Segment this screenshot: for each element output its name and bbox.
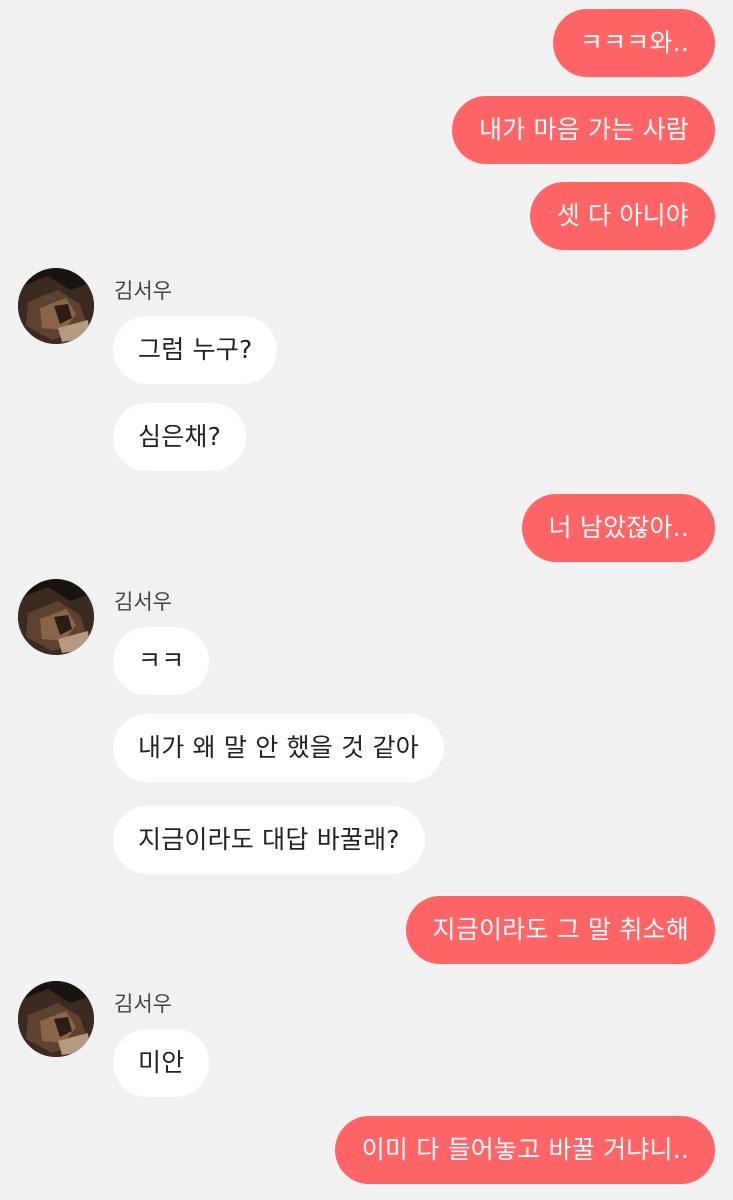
contact-avatar[interactable] (18, 268, 94, 344)
contact-avatar[interactable] (18, 981, 94, 1057)
incoming-message-bubble[interactable]: ㅋㅋ (113, 627, 210, 695)
outgoing-message-bubble[interactable]: 너 남았잖아.. (521, 494, 715, 562)
contact-avatar[interactable] (18, 579, 94, 655)
sender-name: 김서우 (114, 279, 172, 303)
outgoing-message-bubble[interactable]: 지금이라도 그 말 취소해 (405, 896, 715, 964)
incoming-message-bubble[interactable]: 그럼 누구? (113, 316, 278, 384)
sender-name: 김서우 (114, 992, 172, 1016)
incoming-message-bubble[interactable]: 미안 (113, 1029, 210, 1097)
incoming-message-bubble[interactable]: 심은채? (113, 403, 247, 471)
sender-name: 김서우 (114, 590, 172, 614)
outgoing-message-bubble[interactable]: ㅋㅋㅋ와.. (552, 9, 715, 77)
profile-photo-icon (18, 268, 94, 344)
profile-photo-icon (18, 981, 94, 1057)
incoming-message-bubble[interactable]: 내가 왜 말 안 했을 것 같아 (113, 714, 444, 782)
profile-photo-icon (18, 579, 94, 655)
outgoing-message-bubble[interactable]: 이미 다 들어놓고 바꿀 거냐니.. (334, 1116, 715, 1184)
incoming-message-bubble[interactable]: 지금이라도 대답 바꿀래? (113, 806, 425, 874)
outgoing-message-bubble[interactable]: 내가 마음 가는 사람 (451, 96, 715, 164)
outgoing-message-bubble[interactable]: 셋 다 아니야 (529, 182, 715, 250)
